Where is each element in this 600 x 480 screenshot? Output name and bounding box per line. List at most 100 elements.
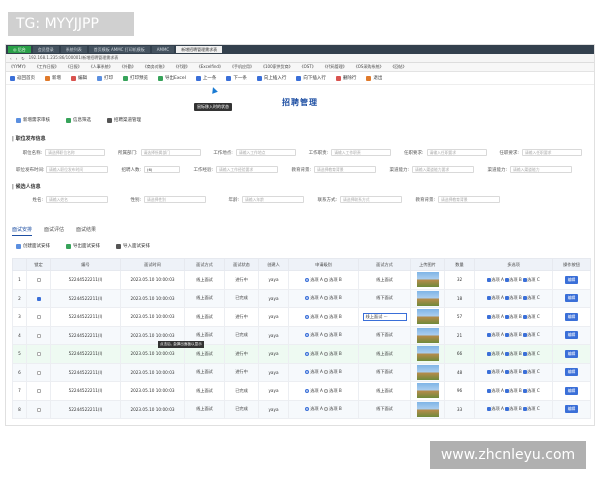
radio-a[interactable] — [305, 333, 310, 338]
edit-button[interactable]: 编辑 — [564, 275, 579, 284]
form-input[interactable]: 请选择教育背景 — [314, 166, 376, 173]
lock-checkbox[interactable] — [36, 407, 41, 412]
uploaded-image[interactable] — [416, 327, 439, 343]
refresh-icon[interactable]: ↻ — [21, 56, 24, 61]
lock-checkbox[interactable] — [36, 370, 41, 375]
form-input[interactable]: 请输入渠道能力 — [510, 166, 572, 173]
edit-button[interactable]: 编辑 — [564, 386, 579, 395]
lock-checkbox[interactable] — [36, 315, 41, 320]
edit-button[interactable]: 编辑 — [564, 294, 579, 303]
home-button[interactable]: 返回首页 — [10, 75, 35, 81]
tab-interview-result[interactable]: 面试结果 — [76, 226, 96, 236]
radio-a[interactable] — [305, 277, 310, 282]
bookmark-item[interactable]: 《OST》 — [300, 64, 316, 70]
lock-checkbox[interactable] — [36, 278, 41, 283]
way-select[interactable]: 线上面试 ··· — [362, 312, 407, 321]
channel-manage-button[interactable]: 招聘渠道管理 — [107, 117, 141, 123]
uploaded-image[interactable] — [416, 346, 439, 362]
row-qty[interactable]: 66 — [457, 351, 462, 356]
radio-b[interactable] — [324, 388, 329, 393]
form-input[interactable]: 请输入工作地点 — [235, 149, 297, 156]
form-input[interactable]: 请输入渠道能力要求 — [412, 166, 474, 173]
uploaded-image[interactable] — [416, 309, 439, 325]
edit-button[interactable]: 编辑 — [564, 331, 579, 340]
prev-button[interactable]: 上一条 — [195, 75, 216, 81]
create-interview-button[interactable]: 创建面试安排 — [16, 243, 50, 249]
form-input[interactable]: 请输入职位发布时间 — [46, 166, 108, 173]
radio-b[interactable] — [324, 333, 329, 338]
uploaded-image[interactable] — [416, 272, 439, 288]
form-input[interactable]: 请选择联系方式 — [340, 196, 402, 203]
bookmark-item[interactable]: 《人事系统》 — [89, 64, 113, 70]
browser-tab[interactable]: ◎ 后台 — [8, 46, 31, 53]
uploaded-image[interactable] — [416, 364, 439, 380]
form-input[interactable]: 请输入任职要求 — [521, 149, 583, 156]
form-input[interactable]: 请输入年龄 — [242, 196, 304, 203]
edit-button[interactable]: 编辑 — [564, 405, 579, 414]
browser-tab[interactable]: 会员登录 — [32, 46, 59, 53]
edit-button[interactable]: 编辑 — [564, 349, 579, 358]
row-qty[interactable]: 32 — [457, 277, 462, 282]
radio-b[interactable] — [324, 351, 329, 356]
bookmark-item[interactable]: 《外勤》 — [120, 64, 136, 70]
form-input[interactable]: 请选择职位名称 — [45, 149, 106, 156]
form-input[interactable]: 请选择教育背景 — [438, 196, 500, 203]
bookmark-item[interactable]: 《YYMY》 — [9, 64, 28, 70]
forward-icon[interactable]: › — [16, 56, 18, 61]
radio-b[interactable] — [324, 407, 329, 412]
form-input[interactable]: 请输入任职要求 — [426, 149, 487, 156]
tab-interview-evaluation[interactable]: 面试评估 — [44, 226, 64, 236]
address-bar[interactable]: ‹ › ↻ 192.168.1.235:86/100001/新增招聘管理需求表 — [6, 54, 594, 63]
radio-b[interactable] — [324, 296, 329, 301]
row-qty[interactable]: 33 — [457, 407, 462, 412]
tab-interview-schedule[interactable]: 面试安排 — [12, 226, 33, 236]
browser-tab[interactable]: 首页模板 AMMC 打印机模板 — [88, 46, 150, 53]
lock-checkbox[interactable] — [36, 389, 41, 394]
row-qty[interactable]: 96 — [457, 388, 462, 393]
back-icon[interactable]: ‹ — [10, 56, 12, 61]
bookmark-item[interactable]: 《工作日报》 — [35, 64, 59, 70]
uploaded-image[interactable] — [416, 290, 439, 306]
form-input[interactable]: 请输入工作经验要求 — [216, 166, 278, 173]
form-input[interactable]: (6) — [144, 166, 180, 173]
form-input[interactable]: 请选择性别 — [144, 196, 206, 203]
import-interview-button[interactable]: 导入面试安排 — [116, 243, 150, 249]
print-preview-button[interactable]: 打印预览 — [123, 75, 148, 81]
radio-b[interactable] — [324, 370, 329, 375]
edit-button[interactable]: 编辑 — [564, 312, 579, 321]
bookmark-item[interactable]: 《回帖》 — [390, 64, 406, 70]
export-interview-button[interactable]: 导出面试安排 — [66, 243, 100, 249]
new-request-review-button[interactable]: 新增需求审核 — [16, 117, 50, 123]
browser-tab-active[interactable]: 新增招聘管理需求表 — [176, 46, 223, 53]
bookmark-item[interactable]: 《代码管理》 — [323, 64, 347, 70]
uploaded-image[interactable] — [416, 401, 439, 417]
lock-checkbox[interactable] — [36, 333, 41, 338]
radio-a[interactable] — [305, 388, 310, 393]
form-input[interactable]: 请输入姓名 — [46, 196, 108, 203]
radio-a[interactable] — [305, 351, 310, 356]
radio-a[interactable] — [305, 370, 310, 375]
radio-a[interactable] — [305, 407, 310, 412]
bookmark-item[interactable]: 《手机应用》 — [230, 64, 254, 70]
radio-b[interactable] — [324, 277, 329, 282]
lock-checkbox[interactable] — [36, 296, 41, 301]
add-button[interactable]: 新增 — [45, 75, 61, 81]
browser-tab[interactable]: 系统列表 — [60, 46, 87, 53]
url-text[interactable]: 192.168.1.235:86/100001/新增招聘管理需求表 — [29, 55, 119, 61]
bookmark-item[interactable]: 《OS采购系统》 — [354, 64, 384, 70]
exit-button[interactable]: 退出 — [366, 75, 382, 81]
filter-button[interactable]: 信息筛选 — [66, 117, 91, 123]
bookmark-item[interactable]: 《代理》 — [174, 64, 190, 70]
print-button[interactable]: 打印 — [97, 75, 113, 81]
form-input[interactable]: 请输入工作职责 — [331, 149, 392, 156]
bookmark-item[interactable]: 《日报》 — [66, 64, 82, 70]
form-input[interactable]: 请选择所属部门 — [140, 149, 201, 156]
row-qty[interactable]: 57 — [457, 314, 462, 319]
uploaded-image[interactable] — [416, 383, 439, 399]
insert-above-button[interactable]: 向上插入行 — [256, 75, 286, 81]
bookmark-item[interactable]: 《商务对账》 — [143, 64, 167, 70]
edit-button[interactable]: 编辑 — [564, 368, 579, 377]
radio-a[interactable] — [305, 314, 310, 319]
lock-checkbox[interactable] — [36, 352, 41, 357]
delete-row-button[interactable]: 删除行 — [335, 75, 356, 81]
